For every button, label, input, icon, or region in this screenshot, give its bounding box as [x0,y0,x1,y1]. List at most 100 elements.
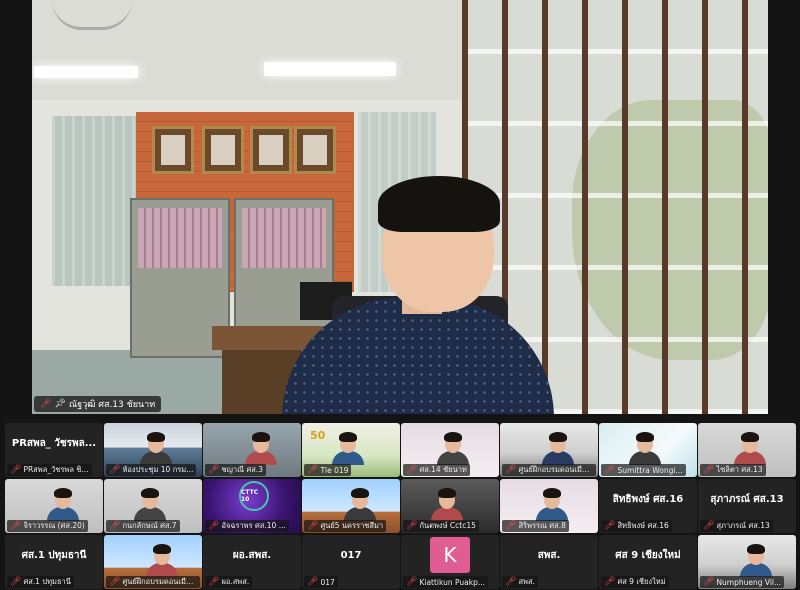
participant-face [153,544,171,565]
participant-name-label: 🎤︎ Kiattikun Puakp... [403,576,489,588]
mic-off-icon: 🎤︎ [604,520,616,531]
participant-tile[interactable]: สุภาภรณ์ ศส.13 🎤︎ สุภาภรณ์ ศส.13 [698,479,796,533]
mic-off-icon: 🎤︎ [109,464,121,475]
mic-off-icon: 🎤︎ [10,520,22,531]
mic-off-icon: 🎤︎ [406,520,418,531]
participant-name: ศส.1 ปทุมธานี [23,577,71,586]
participant-name: จิราวรรณ (ศส.20) [23,521,85,530]
participant-name-label: 🎤︎ สุภาภรณ์ ศส.13 [700,520,773,532]
main-speaker-video[interactable]: 🎤︎ 📌︎ ณัฐวุฒิ ศส.13 ชัยนาท [32,0,768,414]
participant-name: อัจฉราพร ศส.10 ... [221,521,286,530]
wall-portrait [294,126,336,174]
participant-tile[interactable]: 🎤︎ จิราวรรณ (ศส.20) [5,479,103,533]
participant-tile[interactable]: 🎤︎ ชญาณี ศส.3 [203,423,301,477]
participant-display-name: สพส. [537,549,561,561]
participant-name-label: 🎤︎ กันตพงษ์ Cctc15 [403,520,479,532]
participant-name: Sumittra Wongi... [617,465,683,475]
participant-name: ห้องประชุม 10 กรม... [122,465,194,474]
wall-portrait [202,126,244,174]
participant-tile[interactable]: 🎤︎ ศส.14 ชัยนาท [401,423,499,477]
participant-name: สิริพรรณ ศส.8 [518,521,566,530]
participant-face [147,432,165,453]
participant-face [438,488,456,509]
mic-off-icon: 🎤︎ [703,464,715,475]
participant-tile[interactable]: 🎤︎ Sumittra Wongi... [599,423,697,477]
participant-name-label: 🎤︎ Numphueng Vil... [700,576,785,588]
mic-off-icon: 🎤︎ [505,576,517,587]
participant-tile[interactable]: ศส.1 ปทุมธานี 🎤︎ ศส.1 ปทุมธานี [5,535,103,589]
mic-off-icon: 🎤︎ [604,576,616,587]
participant-tile[interactable]: 🎤︎ ศูนย์ฝึกอบรมดอนเมือง... [104,535,202,589]
participant-tile[interactable]: 🎤︎ ศูนย์ฝึกอบรมดอนเมือง... [500,423,598,477]
participant-name: ไซลิตา ศส.13 [716,465,763,474]
mic-off-icon: 🎤︎ [406,576,418,587]
participant-face [444,432,462,453]
participant-shirt [332,451,364,465]
participant-name-label: 🎤︎ PRสพล_วัชรพล ชิ... [7,464,92,476]
participant-tile[interactable]: PRสพล_ วัชรพล... 🎤︎ PRสพล_วัชรพล ชิ... [5,423,103,477]
participant-tile[interactable]: 🎤︎ ไซลิตา ศส.13 [698,423,796,477]
participant-name: กนกลักษณ์ ศส.7 [122,521,177,530]
cttc-logo: CTTC 10 [239,481,269,511]
participant-face [549,432,567,453]
participant-tile[interactable]: ผอ.สพส. 🎤︎ ผอ.สพส. [203,535,301,589]
mic-off-icon: 🎤︎ [109,520,121,531]
participant-shirt [629,451,661,465]
participant-tile[interactable]: ศส 9 เชียงใหม่ 🎤︎ ศส 9 เชียงใหม่ [599,535,697,589]
curtain [52,116,142,286]
participant-name-label: 🎤︎ ศส.1 ปทุมธานี [7,576,74,588]
participant-shirt [134,507,166,521]
wall-portrait [152,126,194,174]
participant-face [351,488,369,509]
participant-shirt [47,507,79,521]
mic-off-icon: 🎤︎ [208,520,220,531]
participant-name: PRสพล_วัชรพล ชิ... [23,465,89,474]
pin-icon[interactable]: 📌︎ [54,399,65,409]
main-speaker-name: ณัฐวุฒิ ศส.13 ชัยนาท [68,400,156,410]
mic-off-icon: 🎤︎ [703,520,715,531]
participant-tile[interactable]: K 🎤︎ Kiattikun Puakp... [401,535,499,589]
mic-off-icon: 🎤︎ [307,520,319,531]
participant-tile[interactable]: 🎤︎ ห้องประชุม 10 กรม... [104,423,202,477]
mic-off-icon: 🎤︎ [406,464,418,475]
participant-name-label: 🎤︎ กนกลักษณ์ ศส.7 [106,520,180,532]
mic-off-icon: 🎤︎ [10,576,22,587]
participant-tile[interactable]: 🎤︎ กันตพงษ์ Cctc15 [401,479,499,533]
participant-name-label: 🎤︎ สิทธิพงษ์ ศส.16 [601,520,672,532]
participant-name: ชญาณี ศส.3 [221,465,263,474]
participant-name-label: 🎤︎ ไซลิตา ศส.13 [700,464,766,476]
participant-name-label: 🎤︎ สิริพรรณ ศส.8 [502,520,569,532]
participant-tile[interactable]: 🎤︎ สิริพรรณ ศส.8 [500,479,598,533]
participant-tile[interactable]: สิทธิพงษ์ ศส.16 🎤︎ สิทธิพงษ์ ศส.16 [599,479,697,533]
participant-face [636,432,654,453]
anniversary-logo: 50 [310,429,326,442]
participant-name-label: 🎤︎ อัจฉราพร ศส.10 ... [205,520,289,532]
participant-name: Tle 019 [320,465,349,475]
participant-name: 017 [320,577,335,587]
participant-tile[interactable]: 🎤︎ ศูนย์5 นครราชสีมา [302,479,400,533]
mic-off-icon: 🎤︎ [604,464,616,475]
participant-shirt [146,563,178,577]
mic-off-icon: 🎤︎ [40,398,52,409]
ceiling-light [34,66,138,78]
participant-face [543,488,561,509]
participant-tile[interactable]: 🎤︎ Numphueng Vil... [698,535,796,589]
mic-off-icon: 🎤︎ [307,576,319,587]
participant-tile[interactable]: 🎤︎ กนกลักษณ์ ศส.7 [104,479,202,533]
participant-shirt [245,451,277,465]
participant-tile[interactable]: 017 🎤︎ 017 [302,535,400,589]
participant-name-label: 🎤︎ สพส. [502,576,538,588]
participant-name: กันตพงษ์ Cctc15 [419,521,476,530]
participant-tile[interactable]: 50 🎤︎ Tle 019 [302,423,400,477]
participant-shirt [740,563,772,577]
participant-display-name: ศส.1 ปทุมธานี [21,549,87,561]
participant-display-name: สิทธิพงษ์ ศส.16 [612,493,684,505]
participant-shirt [140,451,172,465]
participant-name-label: 🎤︎ ห้องประชุม 10 กรม... [106,464,197,476]
participant-face [252,432,270,453]
participant-name: Kiattikun Puakp... [419,577,486,587]
participant-name-label: 🎤︎ จิราวรรณ (ศส.20) [7,520,88,532]
participant-tile[interactable]: สพส. 🎤︎ สพส. [500,535,598,589]
participant-tile[interactable]: CTTC 10 🎤︎ อัจฉราพร ศส.10 ... [203,479,301,533]
participant-shirt [344,507,376,521]
